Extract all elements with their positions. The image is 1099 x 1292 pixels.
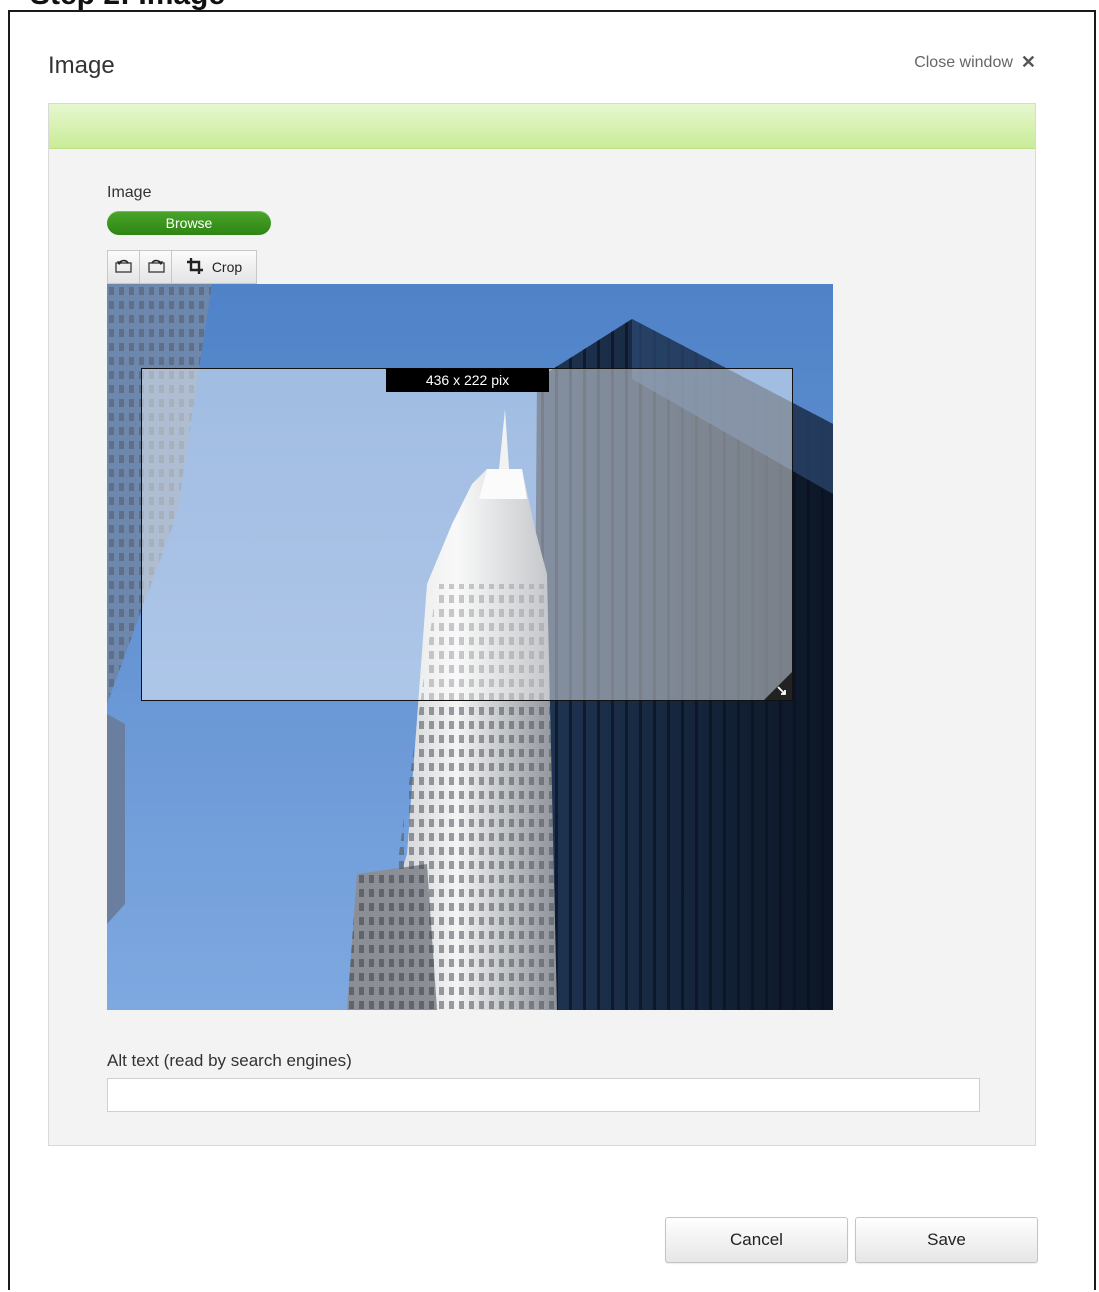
image-edit-panel: Image Browse Crop 436 x 222 pix Alt text…: [48, 103, 1036, 1146]
crop-resize-handle[interactable]: [764, 672, 792, 700]
crop-size-label: 436 x 222 pix: [386, 368, 549, 392]
image-dialog: Image Close window ✕ Image Browse Crop 4…: [8, 10, 1096, 1290]
rotate-left-button[interactable]: [107, 250, 140, 284]
cancel-button[interactable]: Cancel: [665, 1217, 848, 1263]
crop-button[interactable]: Crop: [171, 250, 257, 284]
image-field-label: Image: [107, 184, 152, 201]
image-preview[interactable]: 436 x 222 pix: [107, 284, 833, 1010]
dialog-title: Image: [48, 52, 115, 79]
rotate-right-button[interactable]: [139, 250, 172, 284]
crop-selection[interactable]: 436 x 222 pix: [141, 368, 793, 701]
background-page-heading-text: Step 2: Image: [30, 0, 225, 10]
close-window-button[interactable]: Close window ✕: [914, 52, 1036, 73]
rotate-right-icon: [146, 258, 166, 277]
image-toolbar: Crop: [107, 250, 257, 284]
resize-handle-icon: [764, 672, 792, 700]
close-window-label: Close window: [914, 53, 1013, 71]
alt-text-label: Alt text (read by search engines): [107, 1051, 352, 1070]
close-icon: ✕: [1020, 52, 1036, 72]
background-page-heading-fragment: Step 2: Image: [0, 0, 1099, 10]
rotate-left-icon: [114, 258, 134, 277]
status-banner: [49, 104, 1035, 149]
save-button[interactable]: Save: [855, 1217, 1038, 1263]
browse-button[interactable]: Browse: [107, 211, 271, 235]
crop-label: Crop: [211, 259, 243, 275]
crop-icon: [186, 257, 204, 278]
alt-text-input[interactable]: [107, 1078, 980, 1112]
